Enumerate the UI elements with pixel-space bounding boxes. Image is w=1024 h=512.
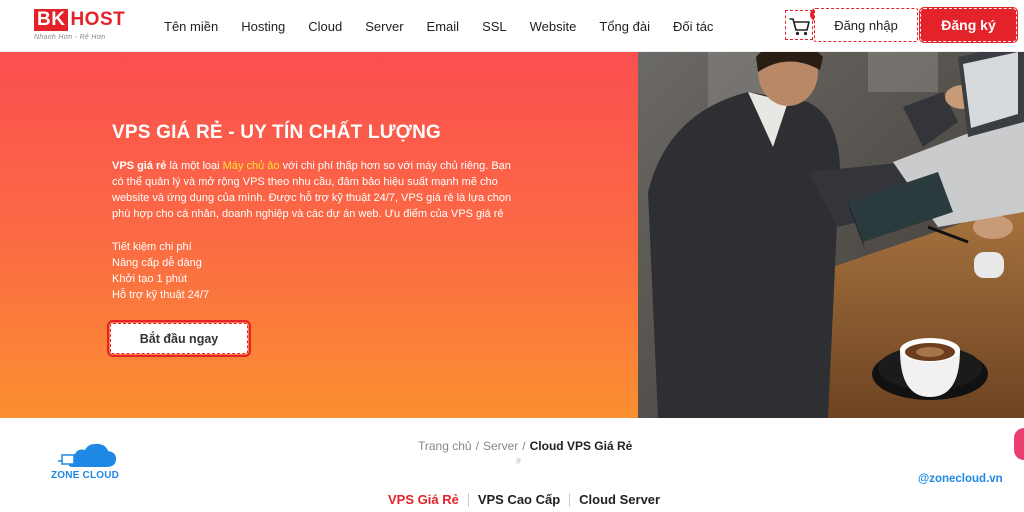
benefit-item: Tiết kiệm chi phí xyxy=(112,241,192,253)
floating-chat-button[interactable] xyxy=(1014,428,1024,460)
breadcrumb-home[interactable]: Trang chủ xyxy=(418,439,472,453)
logo-mark: BK HOST xyxy=(34,9,130,31)
benefit-item: Nâng cấp dễ dàng xyxy=(112,257,202,269)
nav-item-call-center[interactable]: Tổng đài xyxy=(599,19,650,34)
register-button[interactable]: Đăng ký xyxy=(919,7,1018,43)
cart-button[interactable]: 1 xyxy=(785,8,823,40)
benefit-item: Hỗ trợ kỹ thuật 24/7 xyxy=(112,289,210,301)
hero-banner: VPS GIÁ RẺ - UY TÍN CHẤT LƯỢNG VPS giá r… xyxy=(0,52,638,418)
breadcrumb-current: Cloud VPS Giá Rẻ xyxy=(529,439,633,453)
bkhost-logo[interactable]: BK HOST Nhanh Hơn - Rẻ Hơn xyxy=(34,9,130,45)
nav-item-server[interactable]: Server xyxy=(365,19,403,34)
nav-item-cloud[interactable]: Cloud xyxy=(308,19,342,34)
tab-cloud-server[interactable]: Cloud Server xyxy=(579,492,660,507)
logo-tagline: Nhanh Hơn - Rẻ Hơn xyxy=(34,34,106,41)
zonecloud-handle: @zonecloud.vn xyxy=(918,473,1003,485)
hero-desc-pre: là một loại xyxy=(166,160,223,172)
zone-cloud-text: ZONE CLOUD xyxy=(51,470,120,481)
start-now-button[interactable]: Bắt đầu ngay xyxy=(107,320,251,357)
benefit-list: Tiết kiệm chi phí Nâng cấp dễ dàng Khởi … xyxy=(112,239,209,303)
nav-item-partners[interactable]: Đối tác xyxy=(673,19,713,34)
product-tabs: VPS Giá Rẻ VPS Cao Cấp Cloud Server xyxy=(388,492,660,507)
site-header: BK HOST Nhanh Hơn - Rẻ Hơn Tên miền Host… xyxy=(0,0,1024,52)
login-button[interactable]: Đăng nhập xyxy=(814,8,918,42)
breadcrumb-separator: / xyxy=(475,439,479,453)
breadcrumb-separator: / xyxy=(522,439,526,453)
nav-item-hosting[interactable]: Hosting xyxy=(241,19,285,34)
tab-divider xyxy=(569,492,571,507)
hero-description: VPS giá rẻ là một loại Máy chủ ảo với ch… xyxy=(112,158,522,222)
tab-cheap-vps[interactable]: VPS Giá Rẻ xyxy=(388,492,459,507)
hero-title: VPS GIÁ RẺ - UY TÍN CHẤT LƯỢNG xyxy=(112,122,441,143)
cart-icon xyxy=(789,18,810,36)
tab-divider xyxy=(467,492,469,507)
cloud-icon xyxy=(58,443,116,467)
nav-item-website[interactable]: Website xyxy=(530,19,577,34)
virtual-server-link[interactable]: Máy chủ ảo xyxy=(223,160,280,172)
hero-desc-bold: VPS giá rẻ xyxy=(112,160,167,172)
hero-photo-illustration xyxy=(638,52,1024,418)
breadcrumb-server[interactable]: Server xyxy=(483,439,518,453)
breadcrumb: Trang chủ / Server / Cloud VPS Giá Rẻ xyxy=(418,439,632,453)
benefit-item: Khởi tạo 1 phút xyxy=(112,273,188,285)
logo-bk-text: BK xyxy=(34,9,69,31)
hero-photo-businessman-laptop xyxy=(638,52,1024,418)
anchor-marker: # xyxy=(516,456,522,466)
nav-item-ssl[interactable]: SSL xyxy=(482,19,507,34)
nav-item-email[interactable]: Email xyxy=(427,19,460,34)
nav-item-domain[interactable]: Tên miền xyxy=(164,19,218,34)
main-nav: Tên miền Hosting Cloud Server Email SSL … xyxy=(164,0,736,52)
tab-premium-vps[interactable]: VPS Cao Cấp xyxy=(478,492,560,507)
logo-host-text: HOST xyxy=(70,9,126,30)
